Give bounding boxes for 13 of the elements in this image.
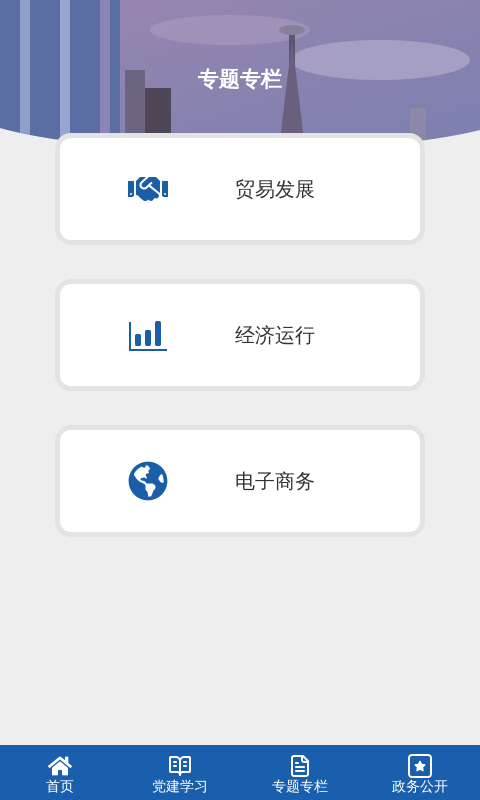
tab-item[interactable]: 首页	[0, 745, 120, 800]
tab-item[interactable]: 专题专栏	[240, 745, 360, 800]
category-card[interactable]: 贸易发展	[55, 133, 425, 245]
category-card[interactable]: 电子商务	[55, 425, 425, 537]
home-icon	[48, 754, 72, 778]
document-icon	[288, 754, 312, 778]
tab-item[interactable]: 党建学习	[120, 745, 240, 800]
tab-item[interactable]: 政务公开	[360, 745, 480, 800]
category-card[interactable]: 经济运行	[55, 279, 425, 391]
book-icon	[168, 754, 192, 778]
bar-chart-icon	[128, 318, 168, 352]
globe-icon	[128, 461, 168, 501]
page-title: 专题专栏	[198, 66, 282, 93]
